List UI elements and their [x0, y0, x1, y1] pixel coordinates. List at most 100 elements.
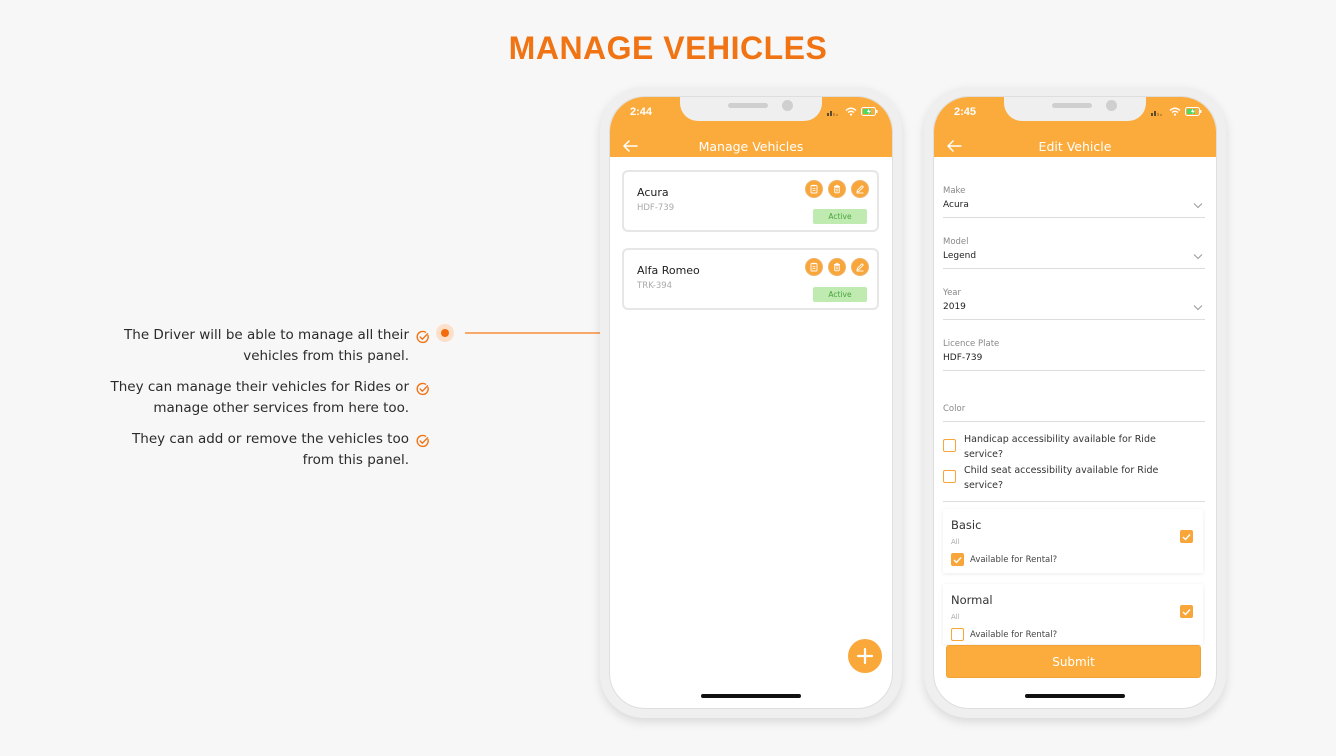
- app-bar-row: Edit Vehicle: [934, 137, 1216, 157]
- add-vehicle-button[interactable]: [848, 639, 882, 673]
- service-name: Normal: [951, 593, 993, 607]
- camera: [1106, 100, 1117, 111]
- check-icon: [1182, 608, 1191, 616]
- app-bar: 2:44 Manage Vehicles: [610, 97, 892, 157]
- speaker: [1052, 103, 1092, 108]
- documents-icon: [810, 262, 818, 272]
- delete-button[interactable]: [828, 180, 846, 198]
- chevron-down-icon: [1193, 203, 1203, 209]
- app-bar: 2:45 Edit Vehicle: [934, 97, 1216, 157]
- phone-edit-vehicle: 2:45 Edit Vehicle Make Acura Model Legen…: [924, 87, 1226, 718]
- wifi-icon: [1169, 107, 1181, 116]
- plus-icon: [856, 647, 874, 665]
- documents-icon: [810, 184, 818, 194]
- licence-plate-input[interactable]: Licence Plate HDF-739: [943, 320, 1205, 371]
- feature-text: The Driver will be able to manage all th…: [124, 327, 409, 364]
- field-value: Acura: [943, 200, 969, 210]
- documents-button[interactable]: [805, 180, 823, 198]
- chevron-down-icon: [1193, 254, 1203, 260]
- battery-icon: [861, 107, 878, 116]
- feature-text: They can add or remove the vehicles too …: [132, 431, 409, 468]
- field-value: 2019: [943, 302, 966, 312]
- phone-screen: 2:44 Manage Vehicles Acura HDF-739 Activ…: [609, 96, 893, 709]
- status-icons: [827, 107, 878, 116]
- child-seat-option[interactable]: Child seat accessibility available for R…: [943, 463, 1159, 493]
- rental-option[interactable]: Available for Rental?: [951, 553, 1057, 566]
- documents-button[interactable]: [805, 258, 823, 276]
- field-value: HDF-739: [943, 353, 983, 363]
- wifi-icon: [845, 107, 857, 116]
- feature-item: They can manage their vehicles for Rides…: [100, 377, 430, 419]
- feature-item: The Driver will be able to manage all th…: [100, 325, 430, 367]
- check-circle-icon: [416, 330, 429, 344]
- accessibility-options: Handicap accessibility available for Rid…: [943, 422, 1205, 502]
- trash-icon: [834, 262, 840, 272]
- checkbox-label: Handicap accessibility available for Rid…: [964, 434, 1156, 460]
- rental-checkbox[interactable]: [951, 628, 964, 641]
- check-icon: [1182, 533, 1191, 541]
- field-label: Model: [943, 237, 969, 247]
- app-bar-row: Manage Vehicles: [610, 137, 892, 157]
- service-card-basic: Basic All Available for Rental?: [943, 509, 1203, 573]
- feature-list: The Driver will be able to manage all th…: [100, 325, 430, 481]
- field-label: Licence Plate: [943, 339, 1000, 349]
- color-input[interactable]: Color: [943, 371, 1205, 422]
- handicap-option[interactable]: Handicap accessibility available for Rid…: [943, 432, 1159, 462]
- vehicle-actions: [805, 180, 869, 198]
- child-seat-checkbox[interactable]: [943, 470, 956, 483]
- vehicle-card[interactable]: Acura HDF-739 Active: [622, 170, 879, 232]
- status-badge: Active: [813, 209, 867, 224]
- signal-icon: [827, 110, 838, 116]
- status-time: 2:44: [630, 106, 653, 118]
- field-value: Legend: [943, 251, 977, 261]
- signal-icon: [1151, 110, 1162, 116]
- status-badge: Active: [813, 287, 867, 302]
- feature-text: They can manage their vehicles for Rides…: [110, 379, 410, 416]
- screen-title: Edit Vehicle: [1038, 139, 1112, 154]
- screen-title: Manage Vehicles: [698, 139, 804, 154]
- phone-notch: [1004, 97, 1146, 121]
- service-sub: All: [951, 538, 960, 546]
- edit-vehicle-form: Make Acura Model Legend Year 2019 Licenc…: [943, 167, 1205, 502]
- rental-option[interactable]: Available for Rental?: [951, 628, 1057, 641]
- year-select[interactable]: Year 2019: [943, 269, 1205, 320]
- status-icons: [1151, 107, 1202, 116]
- check-icon: [953, 556, 962, 564]
- handicap-checkbox[interactable]: [943, 439, 956, 452]
- service-enabled-checkbox[interactable]: [1180, 605, 1193, 618]
- edit-icon: [856, 263, 864, 272]
- service-name: Basic: [951, 518, 982, 532]
- submit-button[interactable]: Submit: [946, 645, 1201, 678]
- page-title: MANAGE VEHICLES: [508, 30, 828, 66]
- edit-button[interactable]: [851, 180, 869, 198]
- vehicle-name: Acura: [637, 186, 669, 199]
- vehicle-plate: HDF-739: [637, 203, 675, 213]
- checkbox-label: Child seat accessibility available for R…: [964, 465, 1159, 491]
- delete-button[interactable]: [828, 258, 846, 276]
- camera: [782, 100, 793, 111]
- vehicle-name: Alfa Romeo: [637, 264, 700, 277]
- vehicle-card[interactable]: Alfa Romeo TRK-394 Active: [622, 248, 879, 310]
- chevron-down-icon: [1193, 305, 1203, 311]
- rental-label: Available for Rental?: [970, 554, 1058, 565]
- feature-item: They can add or remove the vehicles too …: [100, 429, 430, 471]
- field-label: Make: [943, 186, 966, 196]
- status-time: 2:45: [954, 106, 977, 118]
- rental-checkbox[interactable]: [951, 553, 964, 566]
- page: MANAGE VEHICLES The Driver will be able …: [0, 0, 1336, 756]
- home-indicator: [701, 694, 801, 698]
- phone-notch: [680, 97, 822, 121]
- edit-button[interactable]: [851, 258, 869, 276]
- field-label: Color: [943, 404, 966, 414]
- rental-label: Available for Rental?: [970, 629, 1058, 640]
- trash-icon: [834, 184, 840, 194]
- home-indicator: [1025, 694, 1125, 698]
- field-label: Year: [943, 288, 961, 298]
- model-select[interactable]: Model Legend: [943, 218, 1205, 269]
- service-card-normal: Normal All Available for Rental?: [943, 584, 1203, 644]
- service-enabled-checkbox[interactable]: [1180, 530, 1193, 543]
- callout-line: [465, 332, 603, 334]
- battery-icon: [1185, 107, 1202, 116]
- make-select[interactable]: Make Acura: [943, 167, 1205, 218]
- phone-screen: 2:45 Edit Vehicle Make Acura Model Legen…: [933, 96, 1217, 709]
